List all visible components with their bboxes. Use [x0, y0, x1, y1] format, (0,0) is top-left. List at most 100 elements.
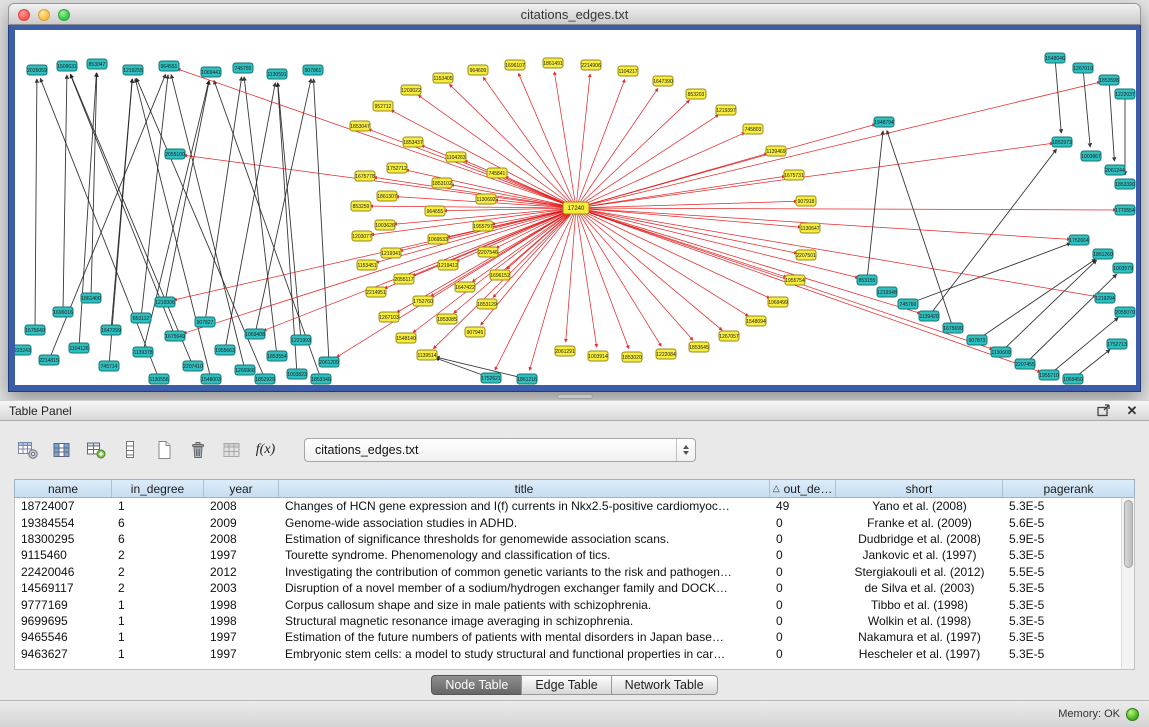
graph-node[interactable]: 853155 — [857, 275, 877, 285]
graph-node[interactable]: 1955710 — [1039, 370, 1059, 380]
graph-node[interactable]: 17240 — [563, 202, 589, 214]
graph-node[interactable]: 1069533 — [428, 234, 448, 244]
graph-node[interactable]: 1130647 — [800, 223, 820, 233]
table-row[interactable]: 946554611997Estimation of the future num… — [15, 629, 1134, 645]
graph-node[interactable]: 1130556 — [149, 374, 169, 384]
graph-node[interactable]: 1853047 — [350, 121, 370, 131]
graph-node[interactable]: 1853102 — [432, 178, 452, 188]
column-header-name[interactable]: name — [15, 480, 112, 497]
graph-node[interactable]: 1752713 — [1107, 339, 1127, 349]
column-header-pagerank[interactable]: pagerank — [1003, 480, 1134, 497]
graph-node[interactable]: 1219412 — [438, 260, 458, 270]
graph-node[interactable]: 1861400 — [81, 293, 101, 303]
graph-node[interactable]: 1675731 — [784, 170, 804, 180]
graph-node[interactable]: 907827 — [195, 317, 215, 327]
graph-node[interactable]: 1861260 — [1093, 249, 1113, 259]
tab-network-table[interactable]: Network Table — [611, 675, 718, 695]
graph-node[interactable]: 1222037 — [1115, 89, 1135, 99]
minimize-window-button[interactable] — [38, 9, 50, 21]
table-row[interactable]: 977716911998Corpus callosum shape and si… — [15, 596, 1134, 612]
table-row[interactable]: 946362711997Embryonic stem cells: a mode… — [15, 646, 1134, 662]
function-builder-button[interactable]: f(x) — [252, 437, 279, 463]
graph-node[interactable]: 1069450 — [1063, 374, 1083, 384]
graph-node[interactable]: 745714 — [99, 361, 119, 371]
graph-node[interactable]: 907873 — [967, 335, 987, 345]
graph-node[interactable]: 2207501 — [796, 250, 816, 260]
graph-node[interactable]: 1696016 — [53, 307, 73, 317]
graph-node[interactable]: 907861 — [303, 65, 323, 75]
graph-node[interactable]: 1853390 — [1115, 179, 1135, 189]
column-header-year[interactable]: year — [204, 480, 279, 497]
graph-node[interactable]: 907918 — [796, 196, 816, 206]
graph-node[interactable]: 1548140 — [396, 333, 416, 343]
graph-node[interactable]: 1852929 — [255, 374, 275, 384]
graph-node[interactable]: 1139469 — [766, 146, 786, 156]
delete-table-button[interactable] — [184, 437, 211, 463]
graph-node[interactable]: 745841 — [487, 168, 507, 178]
graph-node[interactable]: 1003626 — [375, 220, 395, 230]
graph-node[interactable]: 1509631 — [57, 61, 77, 71]
graph-node[interactable]: 1853085 — [437, 314, 457, 324]
table-row[interactable]: 1872400712008Changes of HCN gene express… — [15, 498, 1134, 514]
graph-node[interactable]: 1104126 — [69, 343, 89, 353]
graph-node[interactable]: 2055117 — [394, 274, 414, 284]
graph-node[interactable]: 1104217 — [618, 66, 638, 76]
graph-node[interactable]: 745803 — [743, 124, 763, 134]
graph-node[interactable]: 2207455 — [1015, 359, 1035, 369]
graph-node[interactable]: 1139378 — [133, 347, 153, 357]
graph-node[interactable]: 1130600 — [991, 347, 1011, 357]
graph-node[interactable]: 1696107 — [505, 60, 525, 70]
scrollbar-thumb[interactable] — [1124, 500, 1133, 568]
graph-node[interactable]: 1104263 — [446, 152, 466, 162]
graph-node[interactable]: 2214815 — [39, 355, 59, 365]
graph-node[interactable]: 1770554 — [1115, 205, 1135, 215]
graph-node[interactable]: 1675640 — [25, 325, 45, 335]
edit-columns-button[interactable] — [82, 437, 109, 463]
graph-node[interactable]: 853112 — [131, 313, 151, 323]
graph-node[interactable]: 1003823 — [287, 369, 307, 379]
table-row[interactable]: 1456911722003Disruption of a novel membe… — [15, 580, 1134, 596]
float-panel-button[interactable] — [1096, 403, 1112, 419]
graph-node[interactable]: 1853598 — [1099, 75, 1119, 85]
graph-node[interactable]: 964609 — [468, 65, 488, 75]
graph-node[interactable]: 2214951 — [366, 287, 386, 297]
graph-node[interactable]: 1219306 — [155, 297, 175, 307]
table-scrollbar[interactable] — [1121, 498, 1134, 669]
graph-node[interactable]: 1219255 — [123, 65, 143, 75]
graph-node[interactable]: 1548003 — [201, 374, 221, 384]
graph-node[interactable]: 1853645 — [689, 342, 709, 352]
tab-node-table[interactable]: Node Table — [431, 675, 522, 695]
graph-node[interactable]: 1221993 — [291, 335, 311, 345]
column-header-title[interactable]: title — [279, 480, 770, 497]
graph-node[interactable]: 1003579 — [1113, 263, 1133, 273]
graph-node[interactable]: 1675649 — [165, 331, 185, 341]
graph-node[interactable]: 853047 — [87, 59, 107, 69]
graph-node[interactable]: 1853554 — [267, 351, 287, 361]
close-window-button[interactable] — [18, 9, 30, 21]
graph-node[interactable]: 1266966 — [235, 365, 255, 375]
graph-node[interactable]: 853259 — [351, 201, 371, 211]
graph-node[interactable]: 1267103 — [379, 312, 399, 322]
graph-node[interactable]: 2055070 — [1115, 307, 1135, 317]
table-row[interactable]: 911546021997Tourette syndrome. Phenomeno… — [15, 547, 1134, 563]
close-panel-button[interactable]: ✕ — [1124, 403, 1140, 419]
tab-edge-table[interactable]: Edge Table — [521, 675, 611, 695]
graph-node[interactable]: 1752664 — [1069, 235, 1089, 245]
table-row[interactable]: 1830029562008Estimation of significance … — [15, 531, 1134, 547]
graph-node[interactable]: 1219348 — [877, 287, 897, 297]
table-row[interactable]: 969969511998Structural magnetic resonanc… — [15, 613, 1134, 629]
graph-node[interactable]: 1069441 — [201, 67, 221, 77]
graph-node[interactable]: 1548094 — [746, 316, 766, 326]
graph-node[interactable]: 1267057 — [719, 331, 739, 341]
graph-node[interactable]: 1139420 — [919, 311, 939, 321]
table-row[interactable]: 2242004622012Investigating the contribut… — [15, 564, 1134, 580]
graph-node[interactable]: 1861307 — [377, 191, 397, 201]
graph-node[interactable]: 2061200 — [319, 357, 339, 367]
table-row[interactable]: 1938455462009Genome-wide association stu… — [15, 514, 1134, 530]
graph-node[interactable]: 1955663 — [215, 345, 235, 355]
graph-node[interactable]: 1222084 — [656, 349, 676, 359]
graph-node[interactable]: 1861216 — [517, 374, 537, 384]
graph-node[interactable]: 2061244 — [1105, 165, 1125, 175]
show-columns-button[interactable] — [48, 437, 75, 463]
graph-node[interactable]: 1853346 — [311, 374, 331, 384]
